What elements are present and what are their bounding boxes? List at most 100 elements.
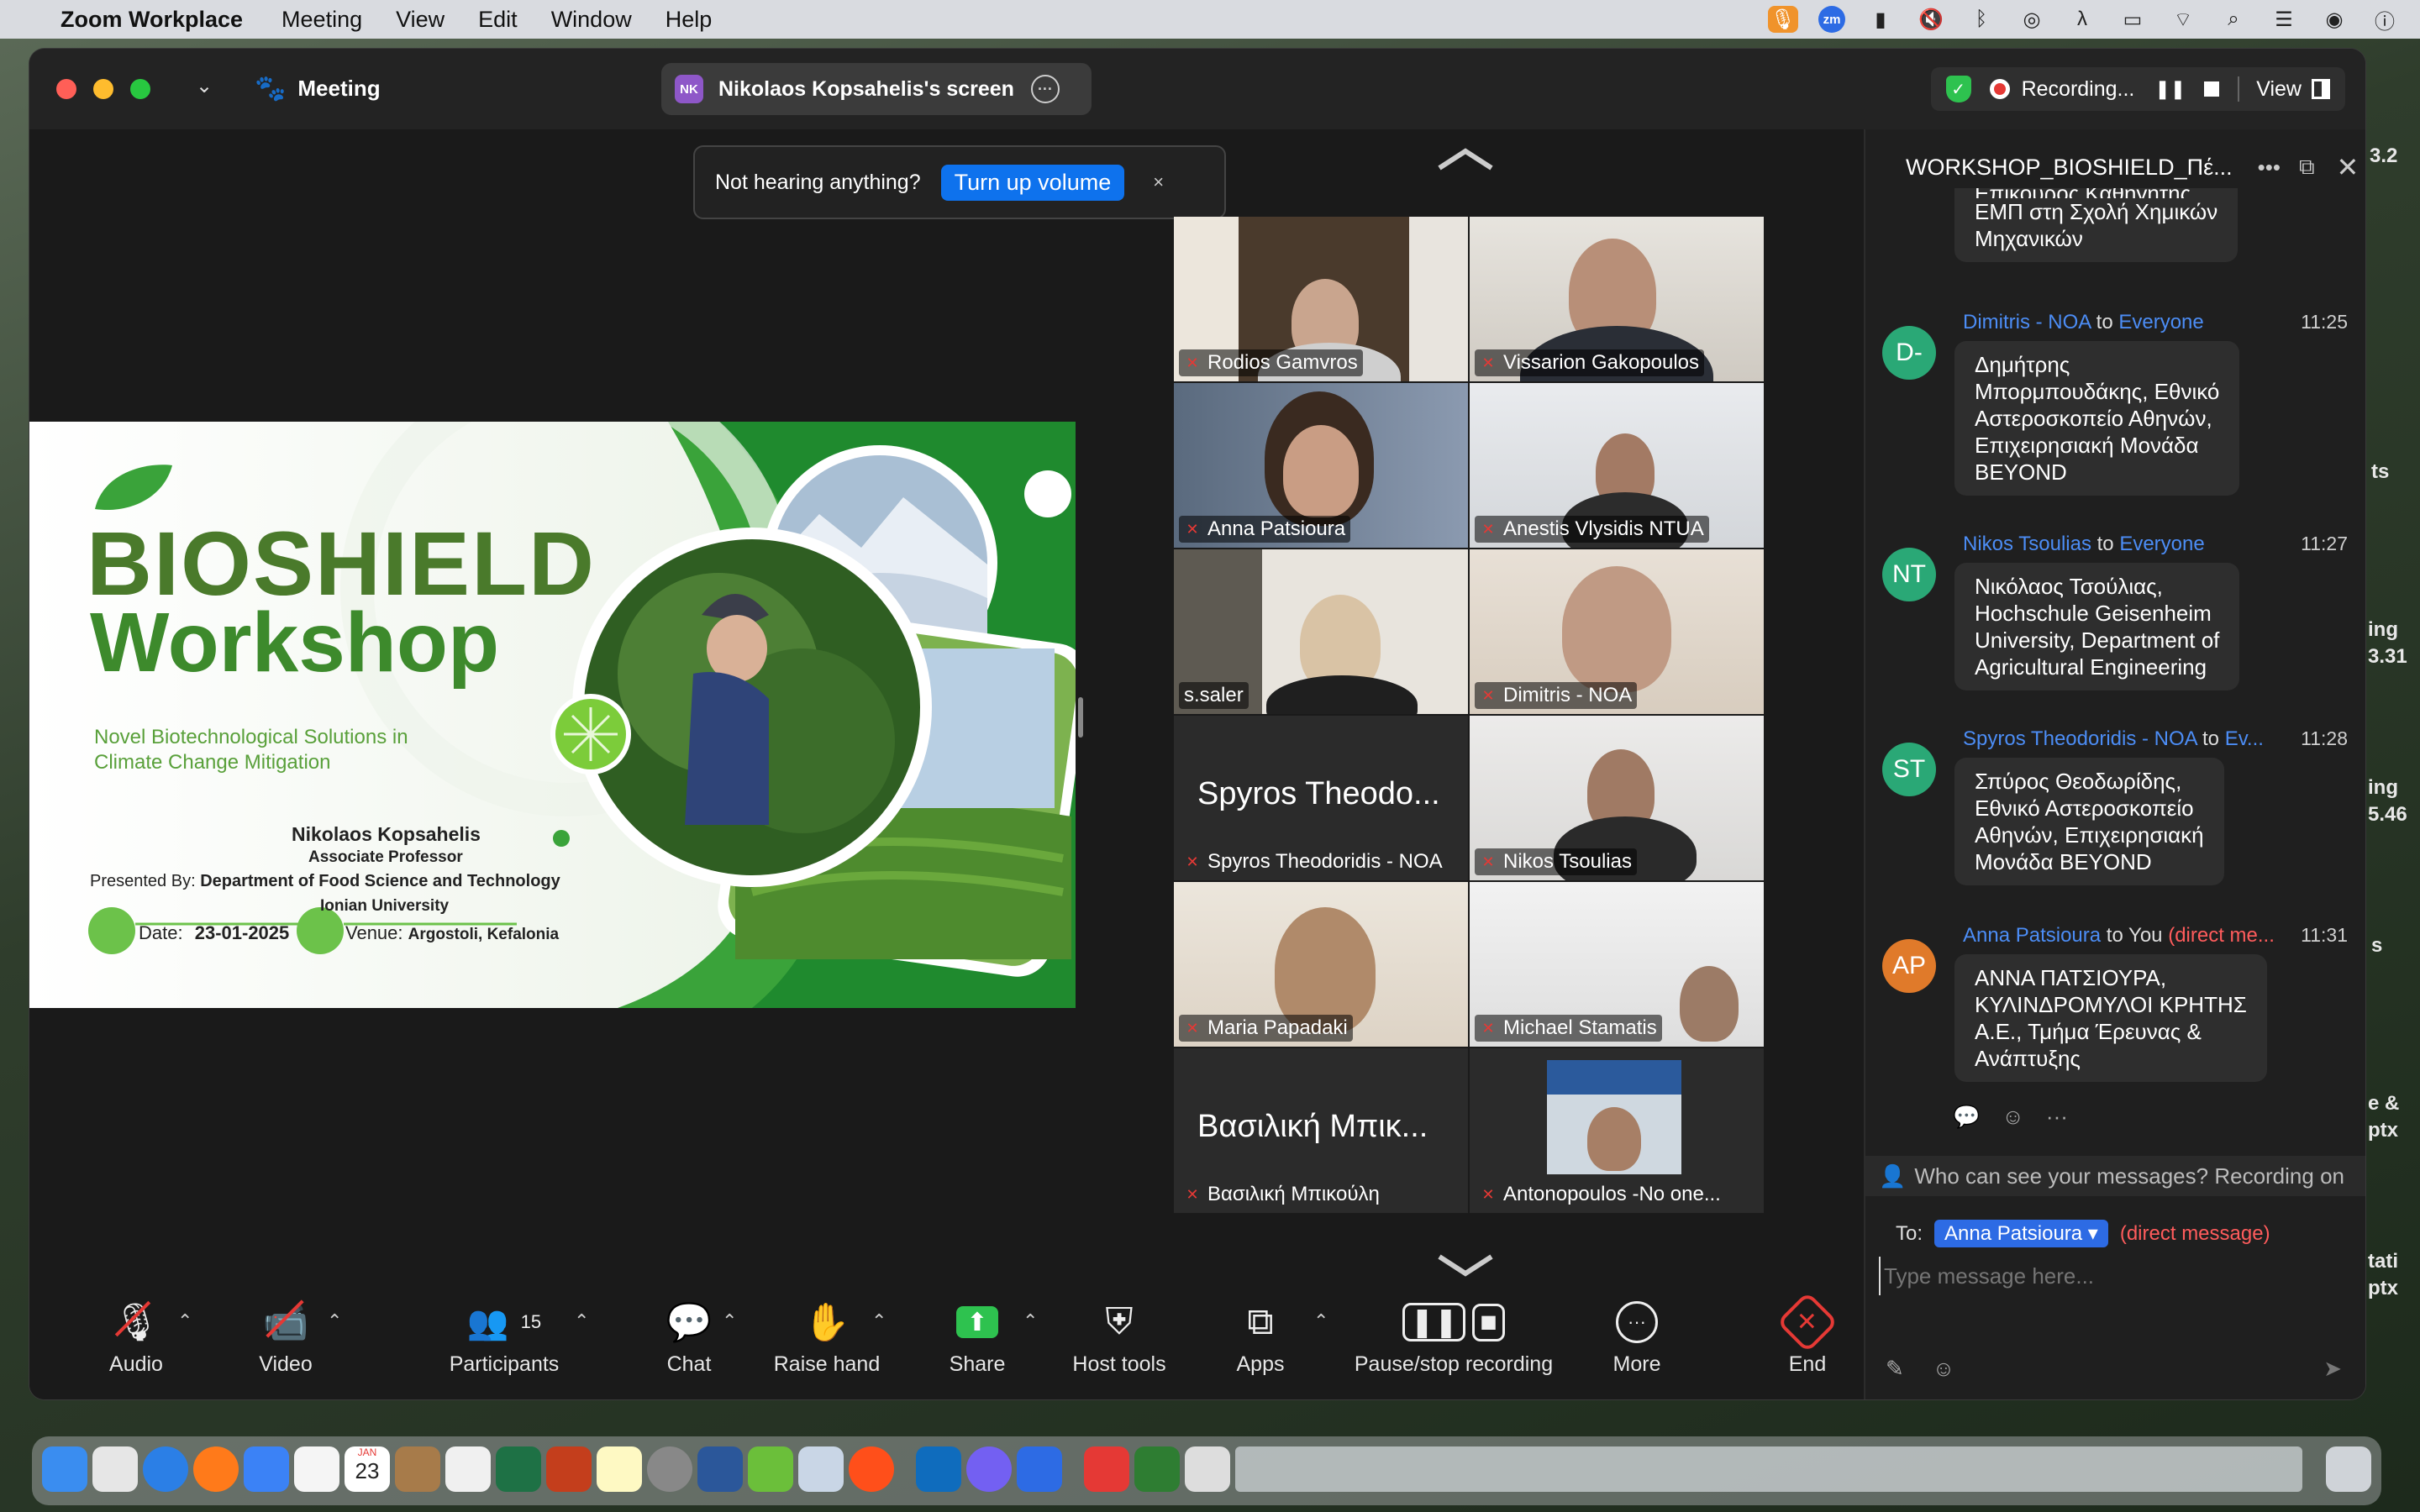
sender-name[interactable]: Anna Patsioura: [1963, 924, 2101, 947]
more-actions-icon[interactable]: ···: [2046, 1104, 2068, 1130]
participant-tile[interactable]: ✕ Vissarion Gakopoulos: [1470, 217, 1764, 381]
anydesk-icon[interactable]: [1084, 1446, 1129, 1492]
participant-tile[interactable]: Βασιλική Μπικ... ✕ Βασιλική Μπικούλη: [1174, 1048, 1468, 1213]
system-settings-icon[interactable]: [647, 1446, 692, 1492]
wifi-icon[interactable]: ⌔: [2168, 6, 2198, 33]
sender-name[interactable]: Nikos Tsoulias: [1963, 533, 2091, 555]
info-icon[interactable]: ⓘ: [2370, 6, 2400, 34]
minimize-window-button[interactable]: [93, 79, 113, 99]
launchpad-icon[interactable]: [92, 1446, 138, 1492]
battery-icon[interactable]: ▭: [2118, 6, 2148, 33]
encryption-shield-icon[interactable]: ✓: [1945, 76, 1971, 102]
participant-tile[interactable]: ✕ Nikos Tsoulias: [1470, 716, 1764, 880]
control-center-icon[interactable]: ☰: [2269, 6, 2299, 33]
menu-meeting[interactable]: Meeting: [281, 7, 362, 33]
chat-button[interactable]: 💬 Chat: [634, 1292, 744, 1377]
participant-tile[interactable]: ✕ Michael Stamatis: [1470, 882, 1764, 1047]
meeting-info-button[interactable]: 🐾 Meeting: [255, 74, 381, 103]
screen-share-indicator[interactable]: NK Nikolaos Kopsahelis's screen ···: [661, 63, 1092, 115]
more-button[interactable]: ··· More: [1582, 1292, 1691, 1377]
menu-app-name[interactable]: Zoom Workplace: [60, 7, 243, 33]
pause-stop-recording-button[interactable]: ❚❚ ■ Pause/stop recording: [1323, 1292, 1584, 1377]
more-options-icon[interactable]: ···: [1030, 75, 1060, 103]
excel-doc-icon[interactable]: [1134, 1446, 1180, 1492]
audio-button[interactable]: 🎙 Audio: [73, 1292, 199, 1377]
menu-window[interactable]: Window: [551, 7, 632, 33]
raise-hand-button[interactable]: ✋ Raise hand: [764, 1292, 890, 1377]
pause-recording-icon[interactable]: ❚❚: [2154, 78, 2186, 100]
chat-message[interactable]: AP Anna Patsioura to You (direct me... 1…: [1882, 924, 2353, 1092]
chat-message-input[interactable]: [1879, 1257, 2356, 1295]
participant-tile[interactable]: ✕ Maria Papadaki: [1174, 882, 1468, 1047]
add-reaction-icon[interactable]: ☺: [2002, 1104, 2024, 1130]
participant-tile-active-speaker[interactable]: s.saler: [1174, 549, 1468, 714]
finder-icon[interactable]: [42, 1446, 87, 1492]
format-text-icon[interactable]: ✎: [1886, 1356, 1904, 1382]
menu-help[interactable]: Help: [666, 7, 713, 33]
siri-icon[interactable]: ◉: [2319, 6, 2349, 33]
firefox-icon[interactable]: [193, 1446, 239, 1492]
excel-icon[interactable]: [496, 1446, 541, 1492]
notes-folder-icon[interactable]: [395, 1446, 440, 1492]
host-tools-button[interactable]: ⛨ Host tools: [1056, 1292, 1182, 1377]
viber-icon[interactable]: [966, 1446, 1012, 1492]
close-window-button[interactable]: [56, 79, 76, 99]
recipient-dropdown[interactable]: Anna Patsioura ▾: [1934, 1220, 2108, 1247]
mute-volume-icon[interactable]: 🔇: [1916, 6, 1946, 33]
sender-name[interactable]: Spyros Theodoridis - NOA: [1963, 727, 2196, 750]
participants-button[interactable]: 👥 15 Participants: [424, 1292, 584, 1377]
stop-recording-icon[interactable]: [2204, 81, 2220, 97]
turn-up-volume-button[interactable]: Turn up volume: [940, 164, 1125, 201]
gallery-scroll-down-icon[interactable]: [1436, 1253, 1495, 1278]
menu-view[interactable]: View: [396, 7, 445, 33]
firefox-dev-icon[interactable]: [849, 1446, 894, 1492]
participant-tile[interactable]: ✕ Dimitris - NOA: [1470, 549, 1764, 714]
zoom-status-icon[interactable]: zm: [1818, 6, 1845, 33]
preview-icon[interactable]: [798, 1446, 844, 1492]
participant-tile[interactable]: Spyros Theodo... ✕ Spyros Theodoridis - N…: [1174, 716, 1468, 880]
bluetooth-icon[interactable]: ᛒ: [1966, 6, 1996, 33]
send-icon[interactable]: ➤: [2323, 1356, 2342, 1382]
audio-options-caret-icon[interactable]: ⌃: [177, 1310, 192, 1332]
word-icon[interactable]: [697, 1446, 743, 1492]
video-options-caret-icon[interactable]: ⌃: [327, 1310, 342, 1332]
badge-status-icon[interactable]: ▮: [1865, 6, 1896, 33]
reactions-options-caret-icon[interactable]: ⌃: [871, 1310, 886, 1332]
calendar-icon[interactable]: JAN 23: [345, 1446, 390, 1492]
photos-icon[interactable]: [294, 1446, 339, 1492]
participant-tile[interactable]: ✕ Anna Patsioura: [1174, 383, 1468, 548]
close-chat-icon[interactable]: ✕: [2337, 151, 2360, 183]
participants-options-caret-icon[interactable]: ⌃: [574, 1310, 589, 1332]
app-store-icon[interactable]: [244, 1446, 289, 1492]
reminders-icon[interactable]: [445, 1446, 491, 1492]
sender-name[interactable]: Dimitris - NOA: [1963, 311, 2091, 333]
participant-tile[interactable]: ✕ Antonopoulos -No one...: [1470, 1048, 1764, 1213]
end-meeting-button[interactable]: ✕ End: [1765, 1291, 1849, 1377]
powerpoint-icon[interactable]: [546, 1446, 592, 1492]
participant-tile[interactable]: ✕ Rodios Gamvros: [1174, 217, 1468, 381]
reply-thread-icon[interactable]: 💬: [1953, 1104, 1980, 1130]
zoom-icon[interactable]: [1017, 1446, 1062, 1492]
chevron-down-icon[interactable]: ⌄: [196, 74, 213, 98]
view-button[interactable]: View: [2256, 77, 2330, 102]
help-icon[interactable]: [1185, 1446, 1230, 1492]
participant-tile[interactable]: ✕ Anestis Vlysidis NTUA: [1470, 383, 1764, 548]
chat-message[interactable]: ST Spyros Theodoridis - NOA to Ev... 11:…: [1882, 727, 2353, 895]
airdrop-icon[interactable]: ◎: [2017, 6, 2047, 33]
green-app-icon[interactable]: [748, 1446, 793, 1492]
stickies-icon[interactable]: [597, 1446, 642, 1492]
microphone-status-icon[interactable]: 🎙: [1768, 6, 1798, 33]
safari-icon[interactable]: [143, 1446, 188, 1492]
apps-button[interactable]: ⧉ Apps: [1206, 1292, 1315, 1377]
trash-icon[interactable]: [2326, 1446, 2371, 1492]
fullscreen-window-button[interactable]: [130, 79, 150, 99]
share-options-caret-icon[interactable]: ⌃: [1023, 1310, 1038, 1332]
close-banner-icon[interactable]: ×: [1153, 171, 1164, 193]
spotlight-search-icon[interactable]: ⌕: [2218, 6, 2249, 33]
outlook-icon[interactable]: [916, 1446, 961, 1492]
share-button[interactable]: ⬆ Share: [918, 1292, 1036, 1377]
emoji-icon[interactable]: ☺: [1933, 1356, 1955, 1382]
panel-resize-handle[interactable]: [1078, 697, 1083, 738]
lambda-icon[interactable]: λ: [2067, 6, 2097, 33]
chat-more-icon[interactable]: •••: [2258, 155, 2281, 181]
